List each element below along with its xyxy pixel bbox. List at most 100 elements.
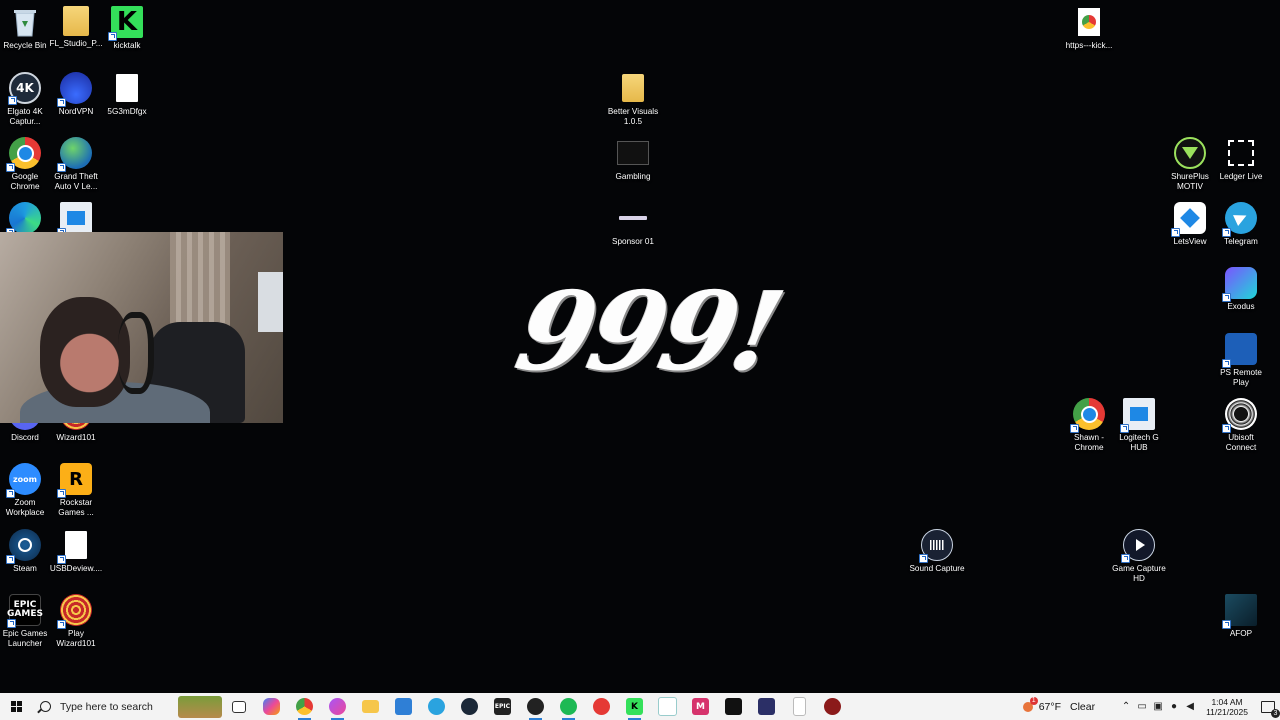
icon-label: Game Capture HD [1112, 564, 1166, 583]
letsview-icon [658, 697, 677, 716]
desktop-icon-shawn-chrome[interactable]: Shawn - Chrome [1064, 398, 1114, 453]
epic-icon: EPIC GAMES [7, 594, 43, 628]
taskbar-obs[interactable] [519, 693, 552, 720]
weather-temp: 67°F [1038, 700, 1061, 713]
icon-label: Elgato 4K Captur... [7, 107, 43, 126]
taskbar-terminal[interactable] [717, 693, 750, 720]
globe-icon [57, 137, 92, 172]
taskbar-search[interactable]: Type here to search [32, 693, 222, 720]
ps-remote-icon [1222, 333, 1257, 368]
desktop-icon-better-visuals[interactable]: Better Visuals 1.0.5 [608, 72, 658, 127]
letsview-icon [1171, 202, 1206, 237]
terminal-icon [725, 698, 742, 715]
taskbar-canva[interactable]: M [684, 693, 717, 720]
weather-widget[interactable]: 67°F Clear [1022, 696, 1104, 713]
desktop-icon-ubisoft[interactable]: Ubisoft Connect [1216, 398, 1266, 453]
icon-label: Ledger Live [1219, 172, 1263, 181]
desktop-icon-shureplus[interactable]: ShurePlus MOTIV [1165, 137, 1215, 192]
taskbar-steam[interactable] [453, 693, 486, 720]
taskbar-letsview[interactable] [651, 693, 684, 720]
desktop-icon-ledger[interactable]: Ledger Live [1216, 137, 1266, 182]
desktop-icon-ps-remote[interactable]: PS Remote Play [1216, 333, 1266, 388]
weather-moon-icon [1022, 696, 1038, 712]
ledger-icon [1225, 137, 1257, 169]
image-file-icon [617, 202, 649, 234]
zoom-icon: zoom [6, 463, 41, 498]
desktop-icon-zoom[interactable]: zoom Zoom Workplace [0, 463, 50, 518]
image-file-icon [617, 137, 649, 169]
taskbar-exodus[interactable] [750, 693, 783, 720]
icon-label: USBDeview.... [49, 564, 103, 573]
desktop-icon-monitor-app[interactable] [51, 202, 101, 237]
icon-label: Play Wizard101 [56, 629, 96, 648]
taskbar-messenger[interactable] [321, 693, 354, 720]
webcam-headset [118, 312, 154, 394]
epic-icon: EPIC [494, 698, 511, 715]
desktop-icon-afop[interactable]: AFOP [1216, 594, 1266, 639]
desktop-icon-https-kick[interactable]: https---kick... [1064, 6, 1114, 51]
file-icon [57, 529, 92, 564]
desktop-icon-sound-capture[interactable]: Sound Capture [909, 529, 965, 574]
recycle-bin-icon [9, 6, 41, 38]
desktop-icon-fl-studio[interactable]: FL_Studio_P... [49, 6, 103, 49]
taskbar-chrome[interactable] [288, 693, 321, 720]
folder-icon [617, 72, 649, 104]
taskbar-record[interactable] [816, 693, 849, 720]
taskbar-store[interactable] [387, 693, 420, 720]
icon-label: PS Remote Play [1220, 368, 1262, 387]
taskbar-kick[interactable]: K [618, 693, 651, 720]
desktop-icon-rockstar[interactable]: R Rockstar Games ... [51, 463, 101, 518]
desktop-icon-gambling[interactable]: Gambling [608, 137, 658, 182]
icon-label: Grand Theft Auto V Le... [54, 172, 98, 191]
icon-label: Epic Games Launcher [2, 629, 48, 648]
taskbar-copilot[interactable] [255, 693, 288, 720]
desktop-icon-recycle-bin[interactable]: Recycle Bin [0, 6, 50, 51]
desktop-icon-elgato[interactable]: 4K Elgato 4K Captur... [0, 72, 50, 127]
desktop-icon-letsview[interactable]: LetsView [1165, 202, 1215, 247]
desktop-icon-file-5g3[interactable]: 5G3mDfgx [102, 72, 152, 117]
taskbar-epic[interactable]: EPIC [486, 693, 519, 720]
canva-icon: M [692, 698, 709, 715]
copilot-icon [263, 698, 280, 715]
taskbar-spotify[interactable] [552, 693, 585, 720]
chrome-icon [1070, 398, 1105, 433]
desktop-icon-game-capture[interactable]: Game Capture HD [1112, 529, 1166, 584]
wizard101-icon [57, 594, 92, 629]
monitor-icon [1120, 398, 1155, 433]
desktop-icon-gta[interactable]: Grand Theft Auto V Le... [51, 137, 101, 192]
icon-label: Better Visuals 1.0.5 [607, 107, 659, 126]
icon-label: Logitech G HUB [1119, 433, 1159, 452]
desktop-icon-exodus[interactable]: Exodus [1216, 267, 1266, 312]
desktop-icon-usbdeview[interactable]: USBDeview.... [49, 529, 103, 574]
taskbar-telegram[interactable] [420, 693, 453, 720]
desktop-icon-nordvpn[interactable]: NordVPN [51, 72, 101, 117]
desktop-icon-epic[interactable]: EPIC GAMES Epic Games Launcher [0, 594, 50, 649]
clock[interactable]: 1:04 AM 11/21/2025 [1206, 697, 1248, 717]
icon-label: NordVPN [58, 107, 94, 116]
desktop-icon-telegram[interactable]: Telegram [1216, 202, 1266, 247]
taskbar-file-explorer[interactable] [354, 693, 387, 720]
chrome-icon [296, 698, 313, 715]
desktop-icon-play-wizard[interactable]: Play Wizard101 [51, 594, 101, 649]
desktop-icon-logitech[interactable]: Logitech G HUB [1114, 398, 1164, 453]
desktop-icon-chrome[interactable]: Google Chrome [0, 137, 50, 192]
volume-icon[interactable]: ◀ [1182, 693, 1198, 720]
file-icon [111, 72, 143, 104]
chevron-up-icon[interactable]: ⌃ [1118, 693, 1134, 720]
afop-icon [1222, 594, 1257, 629]
taskbar-app-red[interactable] [585, 693, 618, 720]
notification-center-button[interactable] [1256, 693, 1280, 720]
exodus-icon [1222, 267, 1257, 302]
taskbar-task-view[interactable] [222, 693, 255, 720]
microphone-icon[interactable]: ● [1166, 693, 1182, 720]
display-icon[interactable]: ▭ [1134, 693, 1150, 720]
desktop-icon-steam[interactable]: Steam [0, 529, 50, 574]
desktop-icon-kicktalk[interactable]: K kicktalk [102, 6, 152, 51]
search-placeholder: Type here to search [60, 700, 153, 713]
network-icon[interactable]: ▣ [1150, 693, 1166, 720]
desktop-icon-sponsor[interactable]: Sponsor 01 [608, 202, 658, 247]
taskbar-blank[interactable] [783, 693, 816, 720]
desktop-icon-edge[interactable] [0, 202, 50, 237]
start-button[interactable] [0, 693, 32, 720]
icon-label: Telegram [1224, 237, 1258, 246]
